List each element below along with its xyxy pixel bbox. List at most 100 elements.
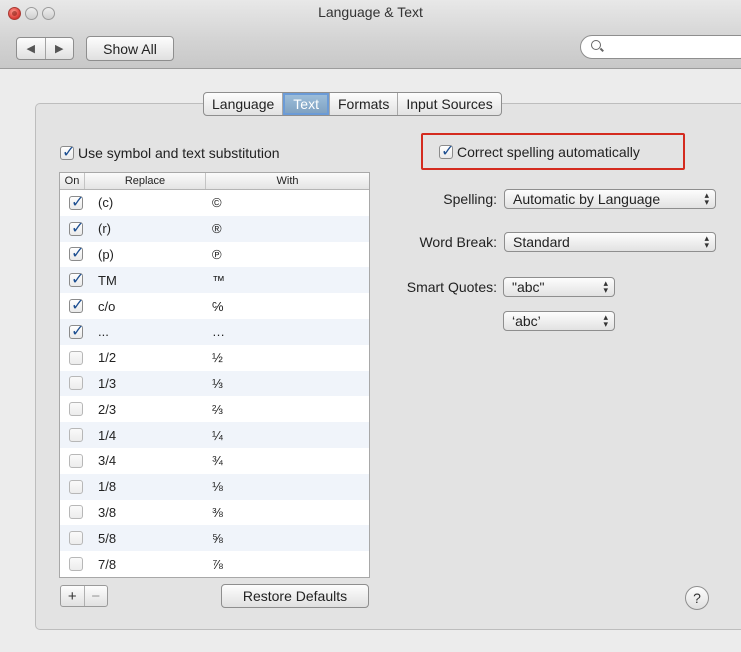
replace-cell[interactable]: 1/3 <box>92 376 210 391</box>
with-cell[interactable]: … <box>210 324 369 339</box>
column-replace[interactable]: Replace <box>85 173 206 189</box>
replace-cell[interactable]: 5/8 <box>92 531 210 546</box>
replace-cell[interactable]: 1/4 <box>92 428 210 443</box>
spelling-popup[interactable]: Automatic by Language ▴ ▾ <box>504 189 716 209</box>
replace-cell[interactable]: 1/2 <box>92 350 210 365</box>
column-on[interactable]: On <box>60 173 85 189</box>
tab-formats[interactable]: Formats <box>328 93 397 115</box>
row-enabled-checkbox[interactable] <box>69 192 84 211</box>
table-row[interactable]: 3/4 ¾ <box>60 448 369 474</box>
with-cell[interactable]: ⅜ <box>210 505 369 520</box>
remove-button[interactable]: − <box>83 586 108 606</box>
with-cell[interactable]: ™ <box>210 273 369 288</box>
table-row[interactable]: (r)® <box>60 215 369 242</box>
with-cell[interactable]: ℗ <box>210 247 369 262</box>
spelling-label: Spelling: <box>443 191 497 207</box>
column-with[interactable]: With <box>206 173 369 189</box>
double-quotes-popup[interactable]: "abc" ▴ ▾ <box>503 277 615 297</box>
chevron-left-icon: ◀ <box>26 43 35 55</box>
with-cell[interactable]: ⅝ <box>210 531 369 546</box>
replace-cell[interactable]: 3/4 <box>92 453 210 468</box>
with-cell[interactable]: ¼ <box>210 428 369 443</box>
table-row[interactable]: 1/4 ¼ <box>60 422 369 448</box>
table-row[interactable]: 5/8 ⅝ <box>60 525 369 552</box>
with-cell[interactable]: ⅛ <box>210 479 369 494</box>
row-enabled-checkbox[interactable] <box>69 428 83 443</box>
replace-cell[interactable]: c/o <box>92 299 210 314</box>
row-on-cell <box>60 531 92 546</box>
tab-language[interactable]: Language <box>204 93 282 115</box>
help-button[interactable]: ? <box>685 586 709 610</box>
correct-spelling-checkbox[interactable]: Correct spelling automatically <box>421 133 685 170</box>
tab-input-sources[interactable]: Input Sources <box>397 93 500 115</box>
with-cell[interactable]: ® <box>210 221 369 236</box>
with-cell[interactable]: ⅔ <box>210 402 369 417</box>
tab-bar: Language Text Formats Input Sources <box>203 92 502 116</box>
search-input[interactable] <box>580 35 741 59</box>
with-cell[interactable]: ½ <box>210 350 369 365</box>
replace-cell[interactable]: 2/3 <box>92 402 210 417</box>
back-button[interactable]: ◀ <box>17 38 45 59</box>
row-enabled-checkbox[interactable] <box>69 243 84 262</box>
single-quotes-popup[interactable]: ‘abc’ ▴ ▾ <box>503 311 615 331</box>
single-quotes-value: ‘abc’ <box>512 313 541 329</box>
up-down-arrows-icon: ▴ ▾ <box>603 312 608 329</box>
replace-cell[interactable]: (p) <box>92 247 210 262</box>
use-substitution-checkbox[interactable]: Use symbol and text substitution <box>60 142 280 161</box>
replace-cell[interactable]: ... <box>92 324 210 339</box>
table-row[interactable]: 1/3 ⅓ <box>60 370 369 397</box>
replace-cell[interactable]: TM <box>92 273 210 288</box>
with-cell[interactable]: ⅓ <box>210 376 369 391</box>
row-enabled-checkbox[interactable] <box>69 295 84 314</box>
table-row[interactable]: 1/2 ½ <box>60 345 369 371</box>
with-cell[interactable]: © <box>210 195 369 210</box>
replace-cell[interactable]: (c) <box>92 195 210 210</box>
replace-cell[interactable]: 7/8 <box>92 557 210 572</box>
table-row[interactable]: c/o℅ <box>60 293 369 319</box>
table-header: On Replace With <box>60 173 369 190</box>
word-break-label: Word Break: <box>419 234 497 250</box>
row-enabled-checkbox[interactable] <box>69 321 84 340</box>
with-cell[interactable]: ⅞ <box>210 557 369 572</box>
replace-cell[interactable]: 1/8 <box>92 479 210 494</box>
row-enabled-checkbox[interactable] <box>69 218 84 237</box>
row-enabled-checkbox[interactable] <box>69 269 84 288</box>
replace-cell[interactable]: 3/8 <box>92 505 210 520</box>
double-quotes-value: "abc" <box>512 279 545 295</box>
with-cell[interactable]: ¾ <box>210 453 369 468</box>
row-on-cell <box>60 479 92 494</box>
table-row[interactable]: (c)© <box>60 190 369 216</box>
table-row[interactable]: 1/8 ⅛ <box>60 473 369 500</box>
table-row[interactable]: 3/8 ⅜ <box>60 500 369 526</box>
checkbox[interactable] <box>60 142 75 161</box>
checkbox[interactable] <box>439 141 454 160</box>
replace-cell[interactable]: (r) <box>92 221 210 236</box>
row-enabled-checkbox[interactable] <box>69 479 83 494</box>
word-break-popup[interactable]: Standard ▴ ▾ <box>504 232 716 252</box>
add-button[interactable]: + <box>61 586 84 606</box>
table-row[interactable]: 2/3 ⅔ <box>60 396 369 422</box>
row-on-cell <box>60 402 92 417</box>
forward-button[interactable]: ▶ <box>44 38 74 59</box>
substitution-table[interactable]: On Replace With (c)©(r)®(p)℗TM™c/o℅...…1… <box>59 172 370 578</box>
correct-spelling-label: Correct spelling automatically <box>457 143 640 160</box>
row-enabled-checkbox[interactable] <box>69 376 83 391</box>
table-row[interactable]: (p)℗ <box>60 242 369 268</box>
row-enabled-checkbox[interactable] <box>69 402 83 417</box>
table-body: (c)©(r)®(p)℗TM™c/o℅...…1/2½1/3⅓2/3⅔1/4¼3… <box>60 190 369 577</box>
spelling-value: Automatic by Language <box>513 191 661 207</box>
row-on-cell <box>60 505 92 520</box>
row-on-cell <box>60 295 92 314</box>
show-all-button[interactable]: Show All <box>86 36 174 61</box>
row-enabled-checkbox[interactable] <box>69 557 83 572</box>
table-row[interactable]: 7/8 ⅞ <box>60 551 369 577</box>
tab-text[interactable]: Text <box>282 93 329 115</box>
with-cell[interactable]: ℅ <box>210 299 369 314</box>
table-row[interactable]: TM™ <box>60 267 369 294</box>
table-row[interactable]: ...… <box>60 318 369 345</box>
row-enabled-checkbox[interactable] <box>69 505 83 520</box>
row-enabled-checkbox[interactable] <box>69 350 83 365</box>
row-enabled-checkbox[interactable] <box>69 531 83 546</box>
restore-defaults-button[interactable]: Restore Defaults <box>221 584 369 608</box>
row-enabled-checkbox[interactable] <box>69 453 83 468</box>
